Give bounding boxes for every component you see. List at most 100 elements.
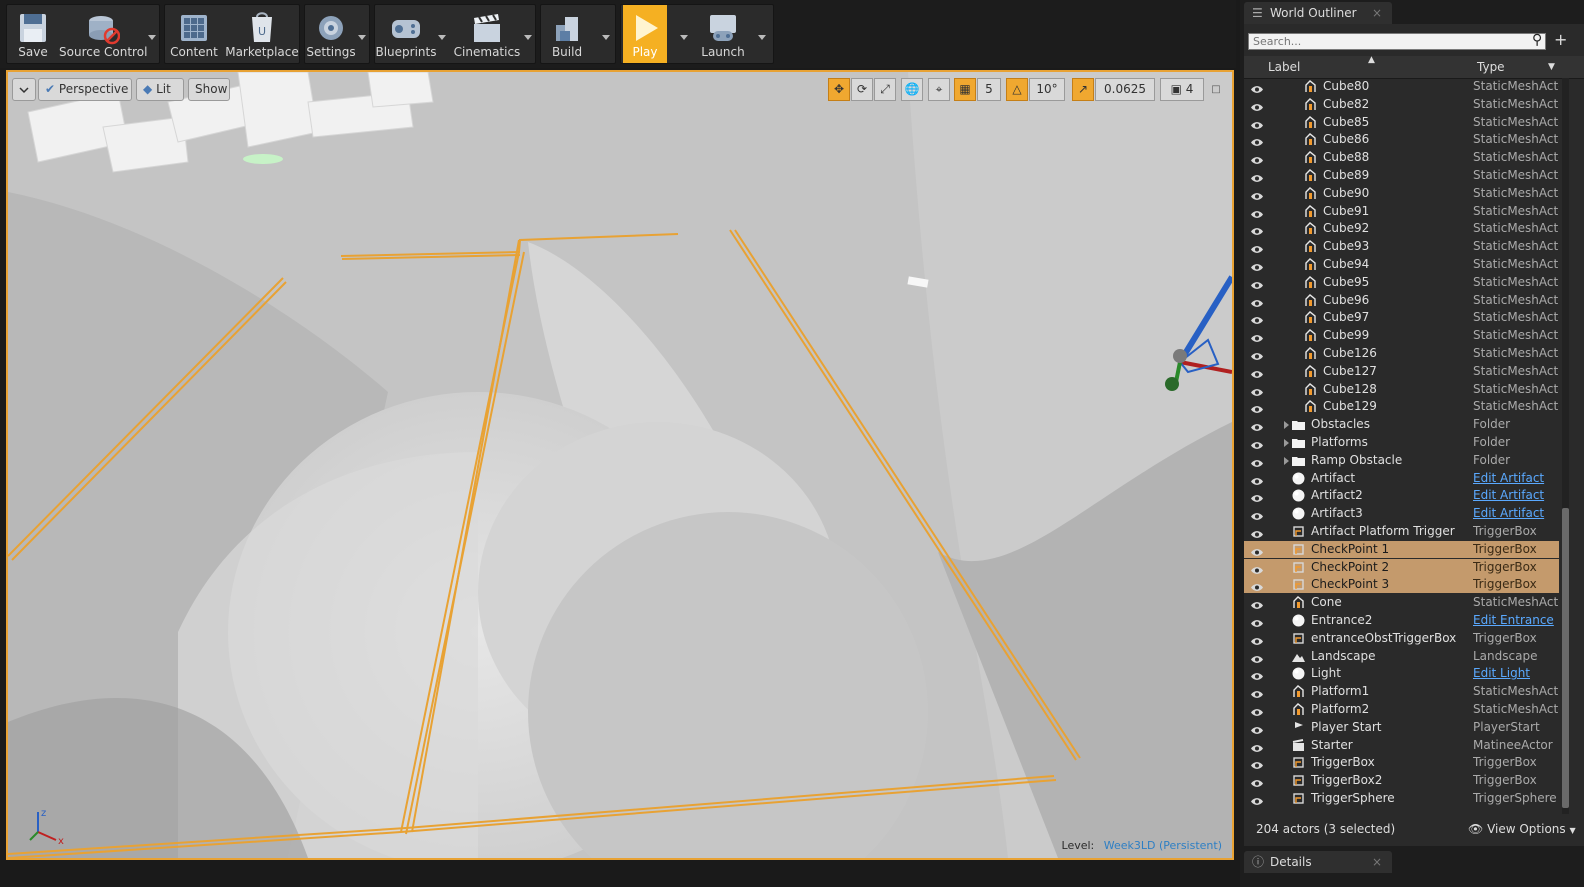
visibility-eye-icon[interactable]	[1250, 723, 1264, 734]
translate-tool[interactable]: ✥	[828, 78, 850, 101]
outliner-row[interactable]: Light Edit Light	[1244, 665, 1559, 682]
outliner-row[interactable]: Starter MatineeActor	[1244, 737, 1559, 754]
outliner-row[interactable]: Artifact2 Edit Artifact	[1244, 487, 1559, 504]
maximize-viewport-button[interactable]: □	[1208, 78, 1224, 101]
visibility-eye-icon[interactable]	[1250, 385, 1264, 396]
grid-snap-value[interactable]: 5	[977, 78, 1001, 101]
scrollbar-thumb[interactable]	[1562, 508, 1569, 808]
visibility-eye-icon[interactable]	[1250, 331, 1264, 343]
visibility-eye-icon[interactable]	[1250, 669, 1264, 681]
visibility-eye-icon[interactable]	[1250, 367, 1264, 378]
visibility-eye-icon[interactable]	[1250, 616, 1264, 627]
rotation-snap-toggle[interactable]: △	[1006, 78, 1028, 101]
viewport-options-button[interactable]	[12, 78, 36, 101]
source-control-dropdown[interactable]	[145, 5, 159, 63]
edit-blueprint-link[interactable]: Edit Artifact	[1473, 505, 1559, 522]
search-input[interactable]	[1248, 33, 1546, 50]
outliner-row[interactable]: Cube95 StaticMeshActo	[1244, 274, 1559, 291]
settings-button[interactable]: Settings	[305, 5, 357, 63]
outliner-row[interactable]: CheckPoint 3 TriggerBox	[1244, 576, 1559, 594]
visibility-eye-icon[interactable]	[1250, 705, 1264, 716]
visibility-eye-icon[interactable]	[1250, 687, 1264, 699]
visibility-eye-icon[interactable]	[1250, 545, 1264, 556]
play-button[interactable]: Play	[623, 5, 667, 63]
play-dropdown[interactable]	[677, 5, 691, 63]
visibility-eye-icon[interactable]	[1250, 491, 1264, 503]
visibility-eye-icon[interactable]	[1250, 652, 1264, 663]
visibility-eye-icon[interactable]	[1250, 634, 1264, 645]
expand-arrow-icon[interactable]	[1284, 421, 1289, 430]
edit-blueprint-link[interactable]: Edit Entrance	[1473, 612, 1559, 629]
outliner-row[interactable]: Cube86 StaticMeshActo	[1244, 131, 1559, 148]
outliner-row[interactable]: Cube99 StaticMeshActo	[1244, 327, 1559, 344]
outliner-row[interactable]: Cube129 StaticMeshActo	[1244, 398, 1559, 415]
edit-blueprint-link[interactable]: Edit Artifact	[1473, 487, 1559, 504]
visibility-eye-icon[interactable]	[1250, 135, 1264, 147]
scale-tool[interactable]: ⤢	[874, 78, 896, 101]
expand-arrow-icon[interactable]	[1284, 456, 1289, 465]
visibility-eye-icon[interactable]	[1250, 420, 1264, 432]
content-button[interactable]: Content	[165, 5, 223, 63]
column-label-header[interactable]: Label	[1268, 60, 1300, 74]
visibility-eye-icon[interactable]	[1250, 509, 1264, 521]
outliner-row[interactable]: Cube82 StaticMeshActo	[1244, 96, 1559, 113]
outliner-row[interactable]: Cube96 StaticMeshActo	[1244, 292, 1559, 309]
edit-blueprint-link[interactable]: Edit Light	[1473, 665, 1559, 682]
launch-button[interactable]: Launch	[695, 5, 751, 63]
blueprints-dropdown[interactable]	[435, 5, 449, 63]
outliner-row[interactable]: Cube126 StaticMeshActo	[1244, 345, 1559, 362]
outliner-row[interactable]: Artifact Platform Trigger TriggerBox	[1244, 523, 1559, 540]
grid-snap-toggle[interactable]: ▦	[954, 78, 976, 101]
visibility-eye-icon[interactable]	[1250, 598, 1264, 610]
source-control-button[interactable]: Source Control	[59, 5, 147, 63]
level-viewport[interactable]: z x ✔ Perspective ◆ Lit Show ✥ ⟳ ⤢ 🌐 ⌖ ▦…	[6, 70, 1234, 860]
launch-dropdown[interactable]	[755, 5, 769, 63]
visibility-eye-icon[interactable]	[1250, 741, 1264, 752]
perspective-button[interactable]: ✔ Perspective	[38, 78, 132, 101]
visibility-eye-icon[interactable]	[1250, 100, 1264, 111]
cinematics-dropdown[interactable]	[521, 5, 535, 63]
outliner-row[interactable]: TriggerBox TriggerBox	[1244, 754, 1559, 771]
outliner-row[interactable]: Platforms Folder	[1244, 434, 1559, 451]
visibility-eye-icon[interactable]	[1250, 438, 1264, 449]
cinematics-button[interactable]: Cinematics	[451, 5, 523, 63]
outliner-row[interactable]: Platform2 StaticMeshActo	[1244, 701, 1559, 718]
visibility-eye-icon[interactable]	[1250, 224, 1264, 236]
visibility-eye-icon[interactable]	[1250, 563, 1264, 574]
outliner-row[interactable]: Player Start PlayerStart	[1244, 719, 1559, 736]
visibility-eye-icon[interactable]	[1250, 171, 1264, 182]
outliner-row[interactable]: Cube80 StaticMeshActo	[1244, 78, 1559, 95]
save-button[interactable]: Save	[7, 5, 59, 63]
visibility-eye-icon[interactable]	[1250, 260, 1264, 271]
outliner-row[interactable]: CheckPoint 1 TriggerBox	[1244, 540, 1559, 558]
visibility-eye-icon[interactable]	[1250, 278, 1264, 289]
build-dropdown[interactable]	[599, 5, 613, 63]
outliner-row[interactable]: Cube89 StaticMeshActo	[1244, 167, 1559, 184]
add-actor-icon[interactable]: +	[1554, 30, 1567, 49]
visibility-eye-icon[interactable]	[1250, 456, 1264, 467]
visibility-eye-icon[interactable]	[1250, 296, 1264, 307]
outliner-row[interactable]: Cube127 StaticMeshActo	[1244, 363, 1559, 380]
scale-snap-toggle[interactable]: ↗	[1072, 78, 1094, 101]
outliner-row[interactable]: entranceObstTriggerBox TriggerBox	[1244, 630, 1559, 647]
outliner-row[interactable]: Artifact Edit Artifact	[1244, 470, 1559, 487]
outliner-row[interactable]: TriggerBox2 TriggerBox	[1244, 772, 1559, 789]
expand-arrow-icon[interactable]	[1284, 439, 1289, 447]
outliner-row[interactable]: Ramp Obstacle Folder	[1244, 452, 1559, 469]
outliner-row[interactable]: Cube92 StaticMeshActo	[1244, 220, 1559, 237]
outliner-row[interactable]: Cube97 StaticMeshActo	[1244, 309, 1559, 326]
visibility-eye-icon[interactable]	[1250, 118, 1264, 129]
visibility-eye-icon[interactable]	[1250, 153, 1264, 165]
tab-world-outliner[interactable]: ☰ World Outliner ×	[1244, 2, 1392, 24]
build-button[interactable]: Build	[541, 5, 593, 63]
outliner-row[interactable]: Entrance2 Edit Entrance	[1244, 612, 1559, 629]
surface-snap-toggle[interactable]: ⌖	[928, 78, 950, 101]
outliner-row[interactable]: Cube91 StaticMeshActo	[1244, 203, 1559, 220]
scale-snap-value[interactable]: 0.0625	[1095, 78, 1155, 101]
visibility-eye-icon[interactable]	[1250, 527, 1264, 538]
outliner-row[interactable]: Cube94 StaticMeshActo	[1244, 256, 1559, 273]
close-icon[interactable]: ×	[1372, 851, 1382, 873]
scene-render[interactable]: z x	[8, 72, 1232, 858]
visibility-eye-icon[interactable]	[1250, 82, 1264, 93]
rotate-tool[interactable]: ⟳	[851, 78, 873, 101]
